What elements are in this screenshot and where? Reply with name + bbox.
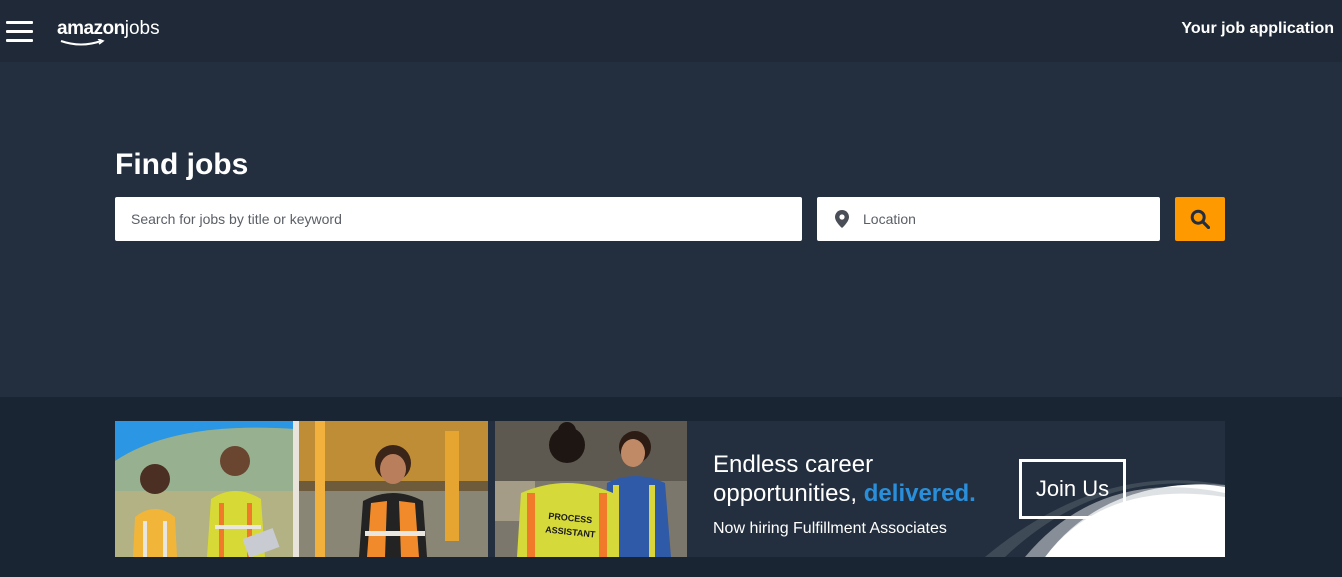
headline-line-1: Endless career <box>713 451 874 478</box>
promo-section: PROCESS ASSISTANT Endless career opportu… <box>0 397 1342 577</box>
search-icon <box>1190 209 1210 229</box>
hero-section: Find jobs <box>0 62 1342 397</box>
headline-accent: delivered. <box>863 480 976 507</box>
amazon-smile-icon <box>60 39 105 46</box>
job-search-input[interactable] <box>115 197 802 241</box>
logo-amazon-text: amazon <box>57 18 125 39</box>
your-job-application-link[interactable]: Your job application <box>1181 20 1334 38</box>
amazon-jobs-logo[interactable]: amazon jobs <box>57 18 160 46</box>
logo-jobs-text: jobs <box>124 18 160 39</box>
headline-line-2: opportunities, delivered. <box>713 479 976 508</box>
location-input[interactable] <box>863 197 1153 241</box>
banner-subtext: Now hiring Fulfillment Associates <box>713 520 947 537</box>
join-us-button[interactable]: Join Us <box>1019 459 1126 519</box>
headline-line-2-text: opportunities, <box>713 480 864 507</box>
banner-headline: Endless career opportunities, delivered. <box>713 450 976 508</box>
page-title: Find jobs <box>115 148 249 181</box>
search-button[interactable] <box>1175 197 1225 241</box>
top-navigation: amazon jobs Your job application <box>0 0 1342 62</box>
hiring-banner[interactable]: PROCESS ASSISTANT Endless career opportu… <box>115 421 1225 557</box>
location-field[interactable] <box>817 197 1160 241</box>
menu-icon[interactable] <box>6 21 34 43</box>
location-pin-icon <box>835 210 849 228</box>
